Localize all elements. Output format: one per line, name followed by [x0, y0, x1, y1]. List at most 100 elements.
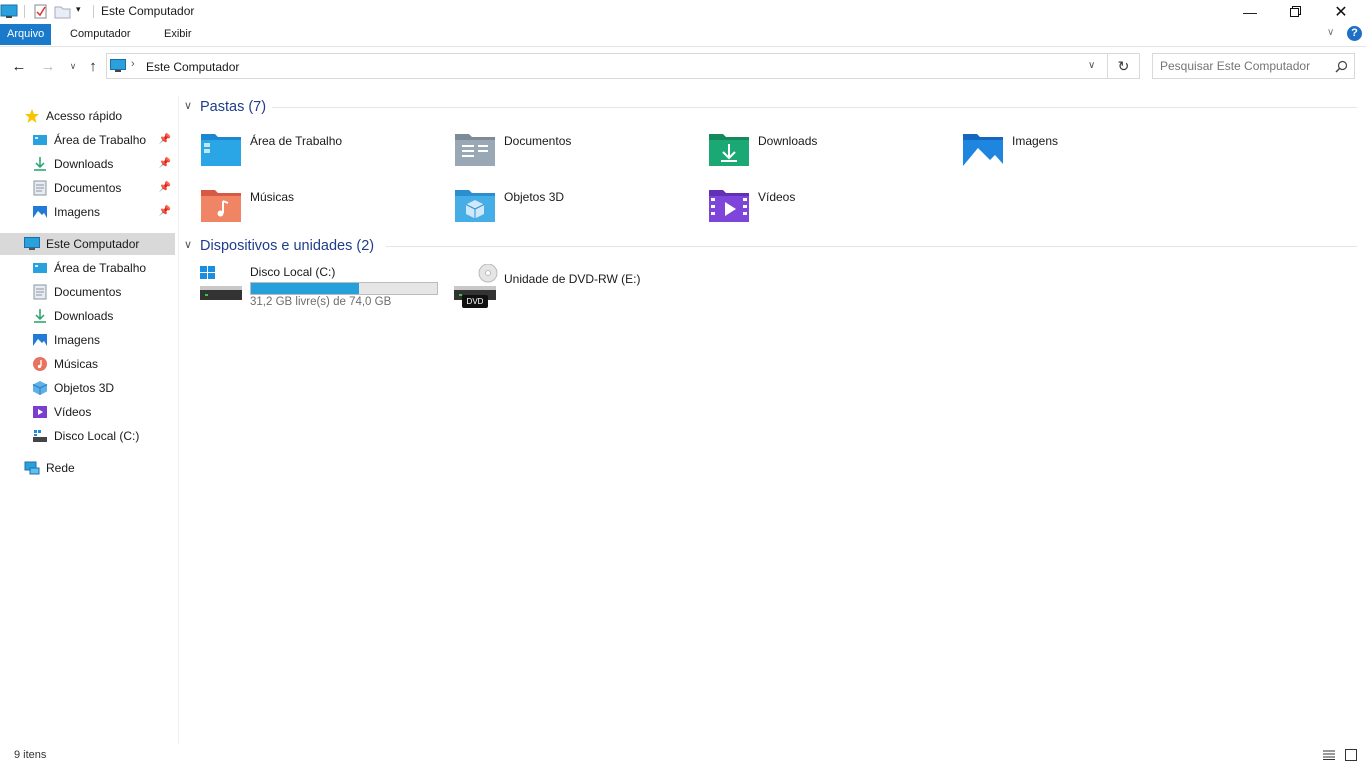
disk-usage-fill: [251, 283, 359, 294]
sidebar-item-documents[interactable]: Documentos: [0, 281, 175, 303]
title-bar: ▾ Este Computador — ✕: [0, 0, 1366, 23]
customize-quick-access-icon[interactable]: ▾: [76, 4, 81, 15]
search-input[interactable]: [1160, 59, 1330, 73]
group-divider: [272, 107, 1357, 108]
sidebar-label: Rede: [46, 461, 75, 475]
documents-icon: [33, 180, 47, 196]
restore-button[interactable]: [1272, 0, 1318, 23]
star-icon: [25, 109, 39, 123]
ribbon-tabs: Arquivo Computador Exibir ∨ ?: [0, 23, 1366, 47]
computer-icon: [24, 237, 40, 250]
collapse-devices-icon[interactable]: ∨: [184, 238, 192, 251]
close-button[interactable]: ✕: [1318, 0, 1364, 23]
divider: [93, 5, 94, 18]
folder-tile-downloads[interactable]: Downloads: [708, 128, 958, 176]
tab-arquivo[interactable]: Arquivo: [0, 24, 52, 45]
sidebar-item-acesso-rapido[interactable]: Acesso rápido: [0, 105, 175, 127]
back-arrow-icon: ←: [11, 57, 27, 75]
sidebar-item-videos[interactable]: Vídeos: [0, 401, 175, 423]
folder-tile-music[interactable]: Músicas: [200, 184, 450, 232]
dvd-badge: DVD: [462, 295, 488, 308]
expand-ribbon-icon[interactable]: ∨: [1327, 27, 1334, 38]
sidebar-label: Área de Trabalho: [54, 261, 147, 275]
breadcrumb-este-computador[interactable]: Este Computador: [146, 60, 239, 74]
sidebar-item-este-computador[interactable]: Este Computador: [0, 233, 175, 255]
folder-label: Músicas: [250, 190, 295, 204]
music-folder-icon: [201, 190, 241, 222]
folder-label: Imagens: [1012, 134, 1059, 148]
sidebar-item-quick-downloads[interactable]: Downloads 📌: [0, 153, 175, 175]
pin-icon: 📌: [158, 182, 171, 193]
restore-icon: [1289, 6, 1301, 17]
computer-icon: [110, 59, 126, 72]
folder-label: Objetos 3D: [504, 190, 565, 204]
folder-tile-documents[interactable]: Documentos: [454, 128, 704, 176]
tab-exibir[interactable]: Exibir: [157, 24, 199, 45]
sidebar-item-quick-desktop[interactable]: Área de Trabalho 📌: [0, 129, 175, 151]
folder-label: Downloads: [758, 134, 818, 148]
collapse-folders-icon[interactable]: ∨: [184, 99, 192, 112]
folder-tile-desktop[interactable]: Área de Trabalho: [200, 128, 450, 176]
sidebar-label: Este Computador: [46, 237, 140, 251]
folder-tile-videos[interactable]: Vídeos: [708, 184, 958, 232]
drive-tile-c[interactable]: Disco Local (C:) 31,2 GB livre(s) de 74,…: [200, 262, 440, 312]
sidebar-label: Imagens: [54, 333, 101, 347]
cube-icon: [32, 381, 48, 395]
refresh-button[interactable]: ↻: [1108, 53, 1140, 79]
sidebar-item-desktop[interactable]: Área de Trabalho: [0, 257, 175, 279]
pictures-icon: [33, 206, 47, 218]
refresh-icon: ↻: [1117, 57, 1130, 74]
minimize-icon: —: [1243, 3, 1257, 20]
help-icon[interactable]: ?: [1347, 26, 1362, 41]
address-bar[interactable]: › Este Computador ∨: [106, 53, 1108, 79]
pin-icon: 📌: [158, 158, 171, 169]
disk-usage-bar: [250, 282, 438, 295]
windows-drive-icon: [200, 266, 242, 300]
group-header-dispositivos[interactable]: Dispositivos e unidades (2): [200, 238, 374, 254]
drive-tile-e[interactable]: DVD Unidade de DVD-RW (E:): [454, 262, 694, 312]
breadcrumb-separator-icon: ›: [131, 58, 135, 70]
sidebar-item-local-disk[interactable]: Disco Local (C:): [0, 425, 175, 447]
videos-folder-icon: [709, 190, 749, 222]
minimize-button[interactable]: —: [1227, 0, 1273, 23]
folder-tile-pictures[interactable]: Imagens: [962, 128, 1212, 176]
pane-divider[interactable]: [178, 96, 179, 744]
sidebar-label: Downloads: [54, 157, 114, 171]
new-folder-icon[interactable]: [54, 4, 71, 19]
back-button[interactable]: ←: [8, 54, 30, 78]
close-icon: ✕: [1334, 3, 1348, 21]
drive-icon: [33, 430, 47, 442]
sidebar-label: Documentos: [54, 181, 122, 195]
sidebar-item-pictures[interactable]: Imagens: [0, 329, 175, 351]
sidebar-label: Documentos: [54, 285, 122, 299]
pictures-folder-icon: [963, 134, 1003, 166]
tab-computador[interactable]: Computador: [63, 24, 138, 45]
documents-icon: [33, 284, 47, 300]
computer-icon: [0, 4, 18, 18]
sidebar-item-downloads[interactable]: Downloads: [0, 305, 175, 327]
drive-label: Disco Local (C:): [250, 265, 336, 279]
folder-label: Área de Trabalho: [250, 134, 343, 148]
details-view-icon[interactable]: [1323, 750, 1335, 760]
group-header-pastas[interactable]: Pastas (7): [200, 99, 266, 115]
desktop-folder-icon: [201, 134, 241, 166]
videos-icon: [33, 406, 47, 418]
forward-button[interactable]: →: [37, 54, 59, 78]
sidebar-item-3d-objects[interactable]: Objetos 3D: [0, 377, 175, 399]
sidebar-item-quick-pictures[interactable]: Imagens 📌: [0, 201, 175, 223]
sidebar-item-music[interactable]: Músicas: [0, 353, 175, 375]
music-icon: [33, 357, 47, 371]
up-button[interactable]: ↑: [82, 54, 104, 78]
properties-icon[interactable]: [33, 4, 48, 19]
status-item-count: 9 itens: [14, 749, 47, 761]
sidebar-item-quick-documents[interactable]: Documentos 📌: [0, 177, 175, 199]
folder-tile-3d-objects[interactable]: Objetos 3D: [454, 184, 704, 232]
address-dropdown-icon[interactable]: ∨: [1088, 60, 1095, 71]
drive-label: Unidade de DVD-RW (E:): [504, 272, 641, 286]
large-icons-view-icon[interactable]: [1345, 749, 1357, 761]
3d-objects-folder-icon: [455, 190, 495, 222]
sidebar-item-rede[interactable]: Rede: [0, 457, 175, 479]
search-box[interactable]: [1152, 53, 1355, 79]
folder-label: Vídeos: [758, 190, 796, 204]
recent-locations-button[interactable]: ∨: [62, 54, 84, 78]
